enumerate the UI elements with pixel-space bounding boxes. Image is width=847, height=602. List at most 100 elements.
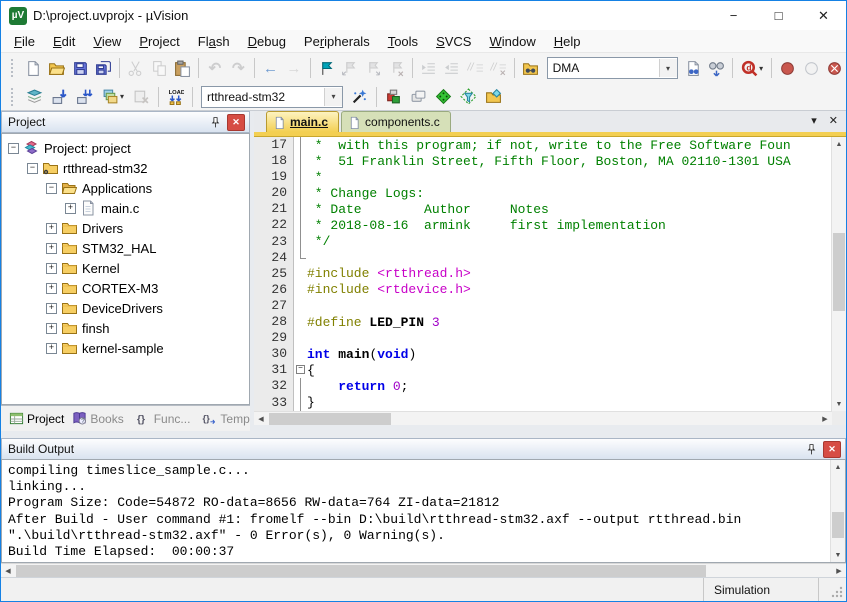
tree-item-main-c[interactable]: +main.c	[2, 198, 249, 218]
code-line-33[interactable]: 33}	[254, 395, 846, 411]
menu-peripherals[interactable]: Peripherals	[295, 32, 379, 51]
nav-forward-icon[interactable]: →	[282, 56, 305, 80]
code-line-30[interactable]: 30int main(void)	[254, 346, 846, 362]
code-line-22[interactable]: 22 * 2018-08-16 armink first implementat…	[254, 217, 846, 233]
pin-icon[interactable]	[207, 114, 223, 130]
lookup-icon[interactable]: d▾	[737, 56, 767, 80]
find-combo[interactable]: DMA▾	[547, 57, 678, 79]
scroll-down-icon[interactable]: ▼	[831, 548, 845, 562]
find-in-files-icon[interactable]	[519, 56, 542, 80]
manage-folder-icon[interactable]	[481, 85, 506, 109]
manage-items-icon[interactable]	[406, 85, 431, 109]
tree-item-cortex-m3[interactable]: +CORTEX-M3	[2, 278, 249, 298]
incremental-find-icon[interactable]	[705, 56, 728, 80]
close-document-icon[interactable]: ✕	[829, 114, 838, 127]
editor-tab-components-c[interactable]: components.c	[341, 111, 451, 132]
code-line-20[interactable]: 20 * Change Logs:	[254, 185, 846, 201]
menu-project[interactable]: Project	[130, 32, 188, 51]
horizontal-splitter[interactable]	[1, 431, 846, 438]
tree-item-kernel[interactable]: +Kernel	[2, 258, 249, 278]
code-line-18[interactable]: 18 * 51 Franklin Street, Fifth Floor, Bo…	[254, 153, 846, 169]
code-line-25[interactable]: 25#include <rtthread.h>	[254, 266, 846, 282]
maximize-button[interactable]: □	[756, 1, 801, 30]
tree-item-rtthread-stm32[interactable]: −rtthread-stm32	[2, 158, 249, 178]
open-file-icon[interactable]	[45, 56, 68, 80]
tab-list-dropdown-icon[interactable]: ▾	[811, 114, 817, 127]
code-line-31[interactable]: 31−{	[254, 362, 846, 378]
download-icon[interactable]: LOAD	[163, 85, 188, 109]
chevron-down-icon[interactable]: ▾	[324, 88, 342, 106]
code-line-29[interactable]: 29	[254, 330, 846, 346]
indent-icon[interactable]	[417, 56, 440, 80]
code-line-28[interactable]: 28#define LED_PIN 3	[254, 314, 846, 330]
tree-item-project-project[interactable]: −Project: project	[2, 138, 249, 158]
scroll-right-icon[interactable]: ▶	[832, 564, 846, 578]
breakpoint-disable-icon[interactable]	[799, 56, 822, 80]
scroll-down-icon[interactable]: ▼	[832, 397, 846, 411]
menu-view[interactable]: View	[84, 32, 130, 51]
scroll-right-icon[interactable]: ▶	[818, 412, 832, 426]
expand-icon[interactable]: +	[46, 243, 57, 254]
breakpoint-clear-icon[interactable]	[823, 56, 846, 80]
expand-icon[interactable]: +	[65, 203, 76, 214]
nav-back-icon[interactable]: ←	[259, 56, 282, 80]
collapse-icon[interactable]: −	[46, 183, 57, 194]
new-file-icon[interactable]	[22, 56, 45, 80]
menu-flash[interactable]: Flash	[189, 32, 239, 51]
build-horizontal-scrollbar[interactable]: ◀ ▶	[1, 563, 846, 578]
editor-vertical-scrollbar[interactable]: ▲ ▼	[831, 137, 846, 411]
code-line-32[interactable]: 32 return 0;	[254, 378, 846, 394]
code-editor[interactable]: 17 * with this program; if not, write to…	[254, 137, 846, 411]
menu-debug[interactable]: Debug	[239, 32, 295, 51]
expand-icon[interactable]: +	[46, 283, 57, 294]
scroll-left-icon[interactable]: ◀	[1, 564, 15, 578]
batch-build-icon[interactable]: ▾	[97, 85, 129, 109]
fold-margin[interactable]: −	[294, 362, 307, 378]
expand-icon[interactable]: +	[46, 303, 57, 314]
bookmark-next-icon[interactable]	[361, 56, 384, 80]
paste-icon[interactable]	[171, 56, 194, 80]
code-line-27[interactable]: 27	[254, 298, 846, 314]
close-button[interactable]: ✕	[801, 1, 846, 30]
breakpoint-toggle-icon[interactable]	[776, 56, 799, 80]
code-line-17[interactable]: 17 * with this program; if not, write to…	[254, 137, 846, 153]
menu-tools[interactable]: Tools	[379, 32, 427, 51]
cut-icon[interactable]	[124, 56, 147, 80]
code-line-19[interactable]: 19 *	[254, 169, 846, 185]
save-all-icon[interactable]	[92, 56, 115, 80]
manage-rte-icon[interactable]	[381, 85, 406, 109]
manage-filter-icon[interactable]	[456, 85, 481, 109]
panel-tab-project[interactable]: Project	[5, 409, 68, 428]
collapse-icon[interactable]: −	[8, 143, 19, 154]
scroll-left-icon[interactable]: ◀	[254, 412, 268, 426]
bookmark-clear-icon[interactable]	[385, 56, 408, 80]
tree-item-stm32-hal[interactable]: +STM32_HAL	[2, 238, 249, 258]
menu-file[interactable]: File	[5, 32, 44, 51]
resize-grip[interactable]	[830, 585, 844, 599]
build-output-log[interactable]: compiling timeslice_sample.c...linking..…	[1, 459, 846, 563]
expand-icon[interactable]: +	[46, 343, 57, 354]
stop-build-icon[interactable]	[129, 85, 154, 109]
rebuild-icon[interactable]	[72, 85, 97, 109]
manage-layer-icon[interactable]	[431, 85, 456, 109]
pin-icon[interactable]	[803, 441, 819, 457]
project-panel-close-button[interactable]: ✕	[227, 114, 245, 131]
editor-horizontal-scrollbar[interactable]: ◀ ▶	[254, 411, 832, 426]
tree-item-applications[interactable]: −Applications	[2, 178, 249, 198]
bookmark-toggle-icon[interactable]	[315, 56, 338, 80]
target-combo-value[interactable]: rtthread-stm32	[202, 90, 324, 104]
build-output-close-button[interactable]: ✕	[823, 441, 841, 458]
menu-svcs[interactable]: SVCS	[427, 32, 480, 51]
menu-window[interactable]: Window	[480, 32, 544, 51]
chevron-down-icon[interactable]: ▾	[659, 59, 677, 77]
tree-item-drivers[interactable]: +Drivers	[2, 218, 249, 238]
uncomment-icon[interactable]: //	[487, 56, 510, 80]
save-file-icon[interactable]	[69, 56, 92, 80]
expand-icon[interactable]: +	[46, 263, 57, 274]
find-in-files-doc-icon[interactable]	[682, 56, 705, 80]
expand-icon[interactable]: +	[46, 223, 57, 234]
tree-item-finsh[interactable]: +finsh	[2, 318, 249, 338]
translate-icon[interactable]	[22, 85, 47, 109]
minimize-button[interactable]: −	[711, 1, 756, 30]
tree-item-kernel-sample[interactable]: +kernel-sample	[2, 338, 249, 358]
